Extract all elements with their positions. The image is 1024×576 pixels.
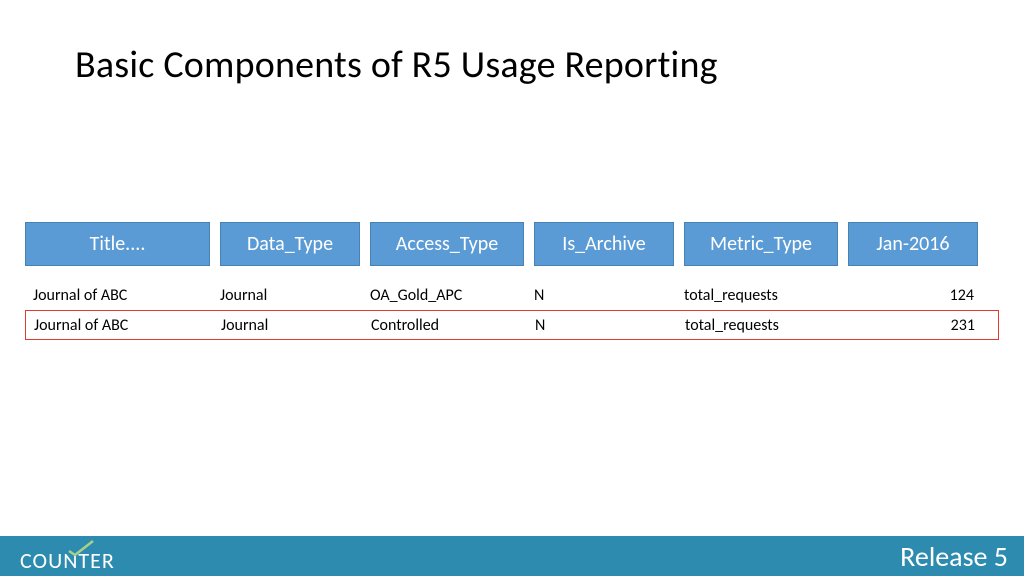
cell-is-archive: N (534, 286, 684, 305)
counter-logo: COUNTER (20, 547, 115, 574)
swoosh-icon (67, 539, 95, 557)
cell-access-type: Controlled (371, 316, 535, 335)
table-header-row: Title.... Data_Type Access_Type Is_Archi… (25, 222, 999, 266)
logo-text-part1: COU (20, 547, 63, 574)
cell-title: Journal of ABC (32, 316, 221, 335)
cell-data-type: Journal (221, 316, 371, 335)
cell-value: 231 (849, 316, 979, 335)
table-row: Journal of ABCJournalOA_Gold_APCNtotal_r… (25, 280, 999, 310)
table-body: Journal of ABCJournalOA_Gold_APCNtotal_r… (25, 280, 999, 340)
header-is-archive: Is_Archive (534, 222, 674, 266)
cell-data-type: Journal (220, 286, 370, 305)
footer-bar (0, 536, 1024, 576)
header-access-type: Access_Type (370, 222, 524, 266)
page-title: Basic Components of R5 Usage Reporting (75, 42, 718, 88)
cell-value: 124 (848, 286, 978, 305)
cell-metric-type: total_requests (685, 316, 849, 335)
table-row: Journal of ABCJournalControlledNtotal_re… (25, 310, 999, 340)
slide: Basic Components of R5 Usage Reporting T… (0, 0, 1024, 576)
cell-is-archive: N (535, 316, 685, 335)
cell-access-type: OA_Gold_APC (370, 286, 534, 305)
cell-title: Journal of ABC (31, 286, 220, 305)
release-label: Release 5 (900, 539, 1008, 574)
report-table: Title.... Data_Type Access_Type Is_Archi… (25, 222, 999, 340)
logo-text-part2: N (63, 547, 78, 574)
header-metric-type: Metric_Type (684, 222, 838, 266)
header-title: Title.... (25, 222, 210, 266)
header-month: Jan-2016 (848, 222, 978, 266)
header-data-type: Data_Type (220, 222, 360, 266)
cell-metric-type: total_requests (684, 286, 848, 305)
